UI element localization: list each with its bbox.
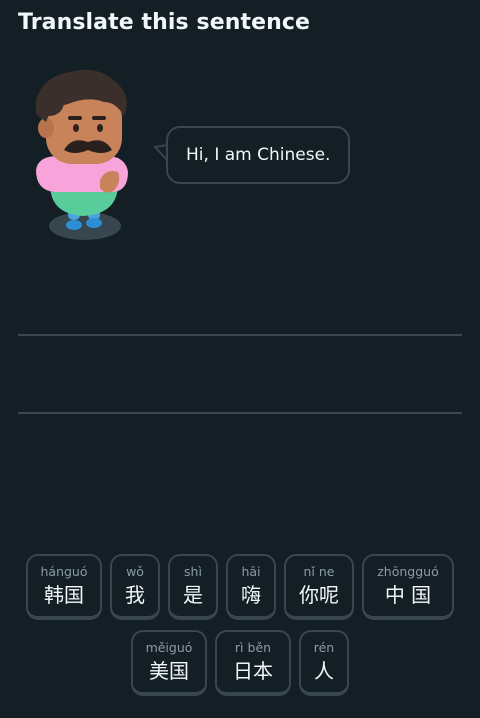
word-chip-hanguo[interactable]: hánguó 韩国 <box>26 554 102 620</box>
page-title: Translate this sentence <box>18 10 311 35</box>
speech-bubble: Hi, I am Chinese. <box>166 126 351 184</box>
character-illustration-icon <box>35 69 128 240</box>
chip-pinyin: nǐ ne <box>303 564 335 579</box>
chip-hanzi: 我 <box>125 583 145 607</box>
word-chip-zhongguo[interactable]: zhōngguó 中 国 <box>362 554 454 620</box>
word-chip-meiguo[interactable]: měiguó 美国 <box>131 630 207 696</box>
chip-pinyin: rì běn <box>234 640 272 655</box>
word-bank-row: hánguó 韩国 wǒ 我 shì 是 hāi 嗨 nǐ ne 你呢 zhōn… <box>0 554 480 620</box>
chip-hanzi: 中 国 <box>384 583 432 607</box>
chip-pinyin: zhōngguó <box>377 564 439 579</box>
chip-pinyin: hánguó <box>40 564 88 579</box>
chip-hanzi: 人 <box>314 659 334 683</box>
chip-hanzi: 日本 <box>233 659 273 683</box>
chip-hanzi: 是 <box>183 583 203 607</box>
chip-pinyin: wǒ <box>126 564 144 579</box>
chip-pinyin: hāi <box>241 564 261 579</box>
word-chip-hai[interactable]: hāi 嗨 <box>226 554 276 620</box>
word-chip-ren[interactable]: rén 人 <box>299 630 349 696</box>
word-chip-wo[interactable]: wǒ 我 <box>110 554 160 620</box>
word-chip-nine[interactable]: nǐ ne 你呢 <box>284 554 354 620</box>
chip-hanzi: 韩国 <box>44 583 84 607</box>
chip-hanzi: 你呢 <box>299 583 339 607</box>
chip-pinyin: rén <box>313 640 335 655</box>
chip-pinyin: shì <box>184 564 202 579</box>
word-bank-row: měiguó 美国 rì běn 日本 rén 人 <box>0 630 480 696</box>
word-bank: hánguó 韩国 wǒ 我 shì 是 hāi 嗨 nǐ ne 你呢 zhōn… <box>0 554 480 706</box>
chip-hanzi: 美国 <box>149 659 189 683</box>
chip-hanzi: 嗨 <box>241 583 261 607</box>
word-chip-shi[interactable]: shì 是 <box>168 554 218 620</box>
answer-line <box>18 412 462 414</box>
speech-bubble-text: Hi, I am Chinese. <box>186 145 331 165</box>
answer-line <box>18 334 462 336</box>
chip-pinyin: měiguó <box>145 640 193 655</box>
lesson-screen: Translate this sentence Hi, I am Chinese… <box>0 0 480 718</box>
word-chip-riben[interactable]: rì běn 日本 <box>215 630 291 696</box>
